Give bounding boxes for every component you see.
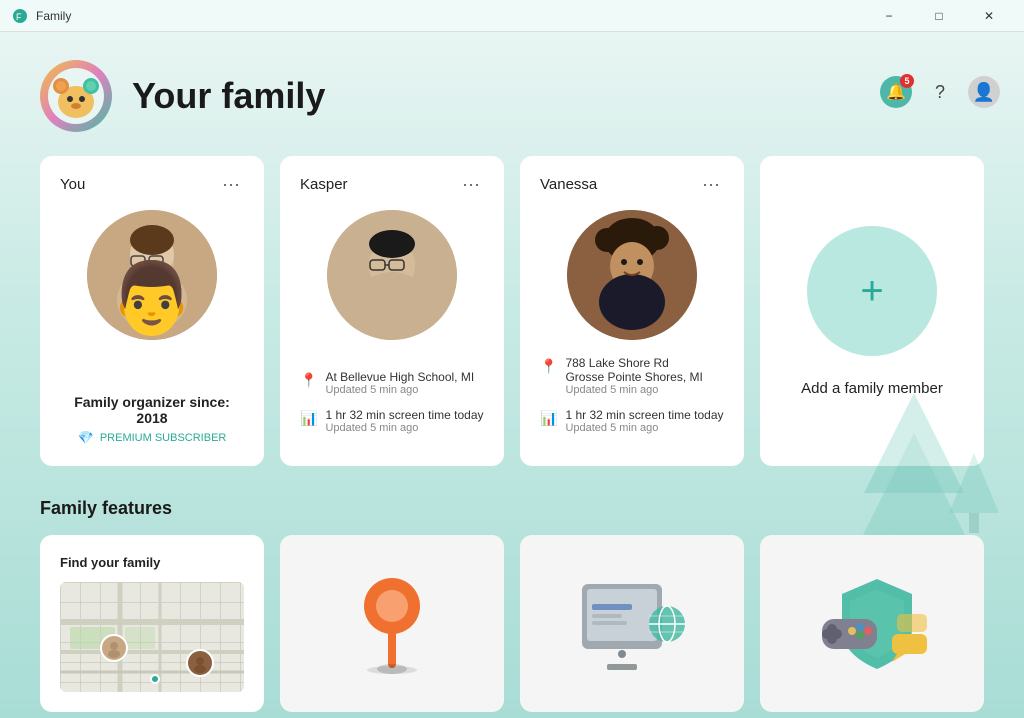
top-actions: 🔔 5 ? 👤	[880, 76, 1000, 108]
vanessa-screentime-text: 1 hr 32 min screen time today	[565, 408, 723, 422]
kasper-screentime-updated: Updated 5 min ago	[325, 422, 483, 434]
title-bar: F Family − □ ✕	[0, 0, 1024, 32]
card-add-member[interactable]: + Add a family member	[760, 156, 984, 466]
features-grid: Find your family	[40, 535, 984, 712]
kasper-location-updated: Updated 5 min ago	[325, 384, 474, 396]
card-kasper[interactable]: Kasper ⋯ 📍	[280, 156, 504, 466]
close-button[interactable]: ✕	[966, 0, 1012, 32]
feature-gaming[interactable]	[760, 535, 984, 712]
profile-button[interactable]: 👤	[968, 76, 1000, 108]
notification-badge: 5	[900, 74, 914, 88]
card-kasper-menu-button[interactable]: ⋯	[458, 176, 484, 194]
vanessa-screentime-info: 1 hr 32 min screen time today Updated 5 …	[565, 408, 723, 434]
family-cards: You ⋯ Family organi	[0, 156, 1024, 466]
map-dot	[150, 674, 160, 684]
card-you-header: You ⋯	[60, 176, 244, 194]
kasper-location-text: At Bellevue High School, MI	[325, 370, 474, 384]
features-title: Family features	[40, 498, 984, 519]
card-kasper-info: 📍 At Bellevue High School, MI Updated 5 …	[300, 370, 484, 446]
help-icon: ?	[935, 82, 945, 103]
title-bar-left: F Family	[12, 8, 71, 24]
premium-label: PREMIUM SUBSCRIBER	[100, 432, 227, 444]
vanessa-location-info: 788 Lake Shore Rd Grosse Pointe Shores, …	[565, 356, 702, 396]
notification-button[interactable]: 🔔 5	[880, 76, 912, 108]
title-bar-controls: − □ ✕	[866, 0, 1012, 32]
card-vanessa-name: Vanessa	[540, 176, 597, 193]
avatar-you	[87, 210, 217, 340]
avatar-you-svg	[87, 210, 217, 340]
main-content: 🔔 5 ? 👤	[0, 32, 1024, 718]
kasper-screentime-row: 📊 1 hr 32 min screen time today Updated …	[300, 408, 484, 434]
maximize-button[interactable]: □	[916, 0, 962, 32]
feature-find-family-title: Find your family	[60, 555, 244, 570]
user-avatar-icon: 👤	[973, 82, 995, 103]
gaming-svg	[802, 564, 942, 684]
avatar-kasper	[327, 210, 457, 340]
location-icon-v: 📍	[540, 358, 557, 375]
card-vanessa-info: 📍 788 Lake Shore Rd Grosse Pointe Shores…	[540, 356, 724, 446]
vanessa-screentime-row: 📊 1 hr 32 min screen time today Updated …	[540, 408, 724, 434]
app-icon: F	[12, 8, 28, 24]
page-title: Your family	[132, 75, 325, 117]
header: Your family	[0, 32, 1024, 156]
help-button[interactable]: ?	[924, 76, 956, 108]
mascot-svg	[46, 66, 106, 126]
kasper-location-info: At Bellevue High School, MI Updated 5 mi…	[325, 370, 474, 396]
vanessa-location-text: 788 Lake Shore Rd Grosse Pointe Shores, …	[565, 356, 702, 384]
avatar-vanessa	[567, 210, 697, 340]
card-vanessa-menu-button[interactable]: ⋯	[698, 176, 724, 194]
feature-location[interactable]	[280, 535, 504, 712]
location-pin-svg	[357, 574, 427, 674]
avatar-vanessa-svg	[567, 210, 697, 340]
map-preview	[60, 582, 244, 692]
minimize-button[interactable]: −	[866, 0, 912, 32]
map-person-1	[100, 634, 128, 662]
kasper-screentime-info: 1 hr 32 min screen time today Updated 5 …	[325, 408, 483, 434]
screen-time-illustration	[562, 555, 702, 692]
diamond-icon: 💎	[78, 430, 94, 446]
card-you-menu-button[interactable]: ⋯	[218, 176, 244, 194]
card-kasper-header: Kasper ⋯	[300, 176, 484, 194]
screen-time-svg	[562, 564, 702, 684]
location-icon: 📍	[300, 372, 317, 389]
kasper-location-row: 📍 At Bellevue High School, MI Updated 5 …	[300, 370, 484, 396]
add-member-circle[interactable]: +	[807, 226, 937, 356]
map-person-2	[186, 649, 214, 677]
features-section: Family features Find your family	[0, 498, 1024, 718]
activity-icon: 📊	[300, 410, 317, 427]
pin-card-shadow	[367, 666, 417, 674]
vanessa-location-updated: Updated 5 min ago	[565, 384, 702, 396]
card-vanessa[interactable]: Vanessa ⋯	[520, 156, 744, 466]
feature-screen-time[interactable]	[520, 535, 744, 712]
card-you-info: Family organizer since: 2018 💎 PREMIUM S…	[60, 394, 244, 446]
premium-badge: 💎 PREMIUM SUBSCRIBER	[60, 430, 244, 446]
add-member-label: Add a family member	[801, 380, 943, 397]
location-pin-container	[357, 555, 427, 692]
kasper-screentime-text: 1 hr 32 min screen time today	[325, 408, 483, 422]
card-you: You ⋯ Family organi	[40, 156, 264, 466]
gaming-illustration	[802, 555, 942, 692]
vanessa-screentime-updated: Updated 5 min ago	[565, 422, 723, 434]
plus-icon: +	[860, 271, 883, 311]
activity-icon-v: 📊	[540, 410, 557, 427]
feature-find-family[interactable]: Find your family	[40, 535, 264, 712]
mascot-logo	[40, 60, 112, 132]
app-title: Family	[36, 9, 71, 23]
vanessa-location-row: 📍 788 Lake Shore Rd Grosse Pointe Shores…	[540, 356, 724, 396]
card-you-name: You	[60, 176, 85, 193]
avatar-kasper-svg	[327, 210, 457, 340]
svg-text:F: F	[16, 12, 22, 22]
card-you-status: Family organizer since: 2018	[60, 394, 244, 426]
card-vanessa-header: Vanessa ⋯	[540, 176, 724, 194]
card-kasper-name: Kasper	[300, 176, 348, 193]
